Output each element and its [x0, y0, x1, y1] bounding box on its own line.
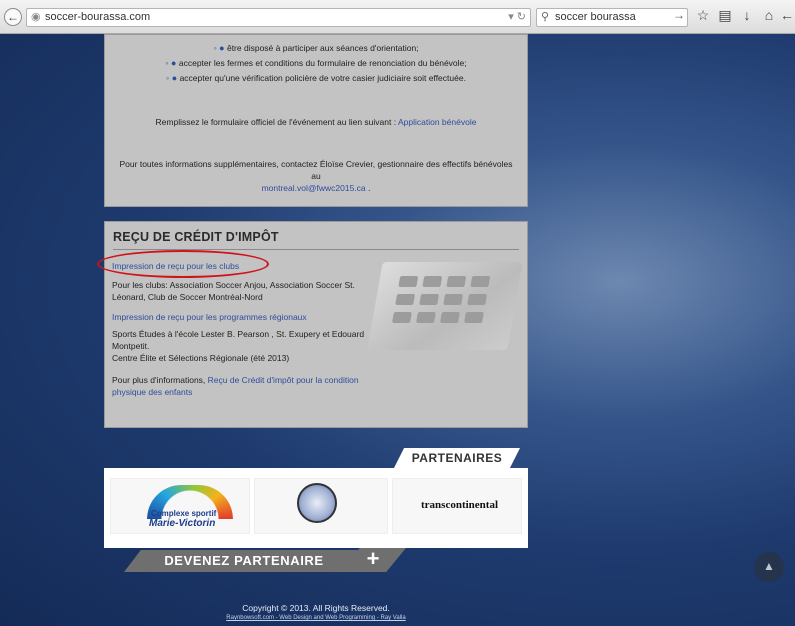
search-icon: ⚲ [541, 11, 550, 23]
bullet-item: ◦ ● accepter les fermes et conditions du… [165, 58, 467, 68]
bullet-icon: ◦ ● [213, 43, 225, 53]
become-partner-button[interactable]: DEVENEZ PARTENAIRE [124, 550, 364, 572]
volunteer-application-link[interactable]: Application bénévole [398, 117, 476, 127]
marie-victorin-logo[interactable]: Complexe sportif Marie-Victorin [110, 478, 250, 534]
clubs-text: Pour les clubs: Association Soccer Anjou… [112, 280, 355, 302]
contact-email-link[interactable]: montreal.vol@fwwc2015.ca [262, 183, 366, 193]
scroll-to-top-button[interactable]: ▲ [754, 552, 784, 582]
back-button[interactable]: ← [4, 8, 22, 26]
partners-box: Complexe sportif Marie-Victorin transcon… [104, 468, 528, 548]
volunteer-bullets: ◦ ● être disposé à participer aux séance… [105, 41, 527, 86]
bullet-item: ◦ ● être disposé à participer aux séance… [213, 43, 419, 53]
transcontinental-wordmark: transcontinental [421, 499, 498, 511]
search-go-icon[interactable]: → [672, 8, 686, 22]
regional-receipt-line: Impression de reçu pour les programmes r… [112, 311, 367, 323]
download-icon[interactable]: ↓ [738, 7, 756, 23]
regional-text: Sports Études à l'école Lester B. Pearso… [112, 329, 365, 363]
partners-tab: PARTENAIRES [394, 448, 520, 468]
tax-title: REÇU DE CRÉDIT D'IMPÔT [113, 230, 279, 244]
contact-line: Pour toutes informations supplémentaires… [119, 159, 513, 193]
regional-receipt-link[interactable]: Impression de reçu pour les programmes r… [112, 312, 307, 322]
overflow-arrow-icon[interactable]: ← [780, 7, 794, 23]
bookmarks-list-icon[interactable]: ▤ [716, 7, 734, 24]
volunteer-panel: ◦ ● être disposé à participer aux séance… [104, 34, 528, 207]
address-bar[interactable]: ◉ soccer-bourassa.com ▾ ↻ [26, 8, 531, 27]
bullet-item: ◦ ● accepter qu'une vérification policiè… [166, 73, 466, 83]
credit-line: Raynbowsoft.com - Web Design and Web Pro… [104, 615, 528, 621]
search-value: soccer bourassa [555, 11, 636, 23]
home-icon[interactable]: ⌂ [760, 7, 778, 23]
bullet-icon: ◦ ● [165, 58, 177, 68]
credit-link[interactable]: Raynbowsoft.com - Web Design and Web Pro… [226, 615, 405, 621]
clubs-receipt-link[interactable]: Impression de reçu pour les clubs [112, 261, 239, 271]
reload-icon[interactable]: ▾ ↻ [508, 9, 526, 26]
bookmark-star-icon[interactable]: ☆ [694, 7, 712, 24]
clubs-receipt-line: Impression de reçu pour les clubs [112, 260, 367, 272]
tax-receipt-panel: REÇU DE CRÉDIT D'IMPÔT Impression de reç… [97, 221, 528, 428]
globe-icon: ◉ [31, 11, 41, 23]
url-text: soccer-bourassa.com [45, 11, 151, 23]
transcontinental-logo[interactable]: transcontinental [392, 478, 522, 534]
club-seal-logo[interactable] [254, 478, 388, 534]
more-info-line: Pour plus d'informations, Reçu de Crédit… [112, 375, 359, 397]
copyright: Copyright © 2013. All Rights Reserved. [242, 603, 390, 613]
search-input[interactable]: ⚲ soccer bourassa [536, 8, 688, 27]
back-arrow-icon: ← [7, 10, 19, 24]
browser-toolbar: ← ◉ soccer-bourassa.com ▾ ↻ ⚲ soccer bou… [0, 0, 795, 34]
bullet-icon: ◦ ● [166, 73, 178, 83]
seal-icon [297, 483, 337, 523]
fill-form-line: Remplissez le formulaire officiel de l'é… [155, 117, 477, 127]
chevron-up-icon: ▲ [763, 559, 775, 573]
calculator-image [367, 262, 523, 350]
